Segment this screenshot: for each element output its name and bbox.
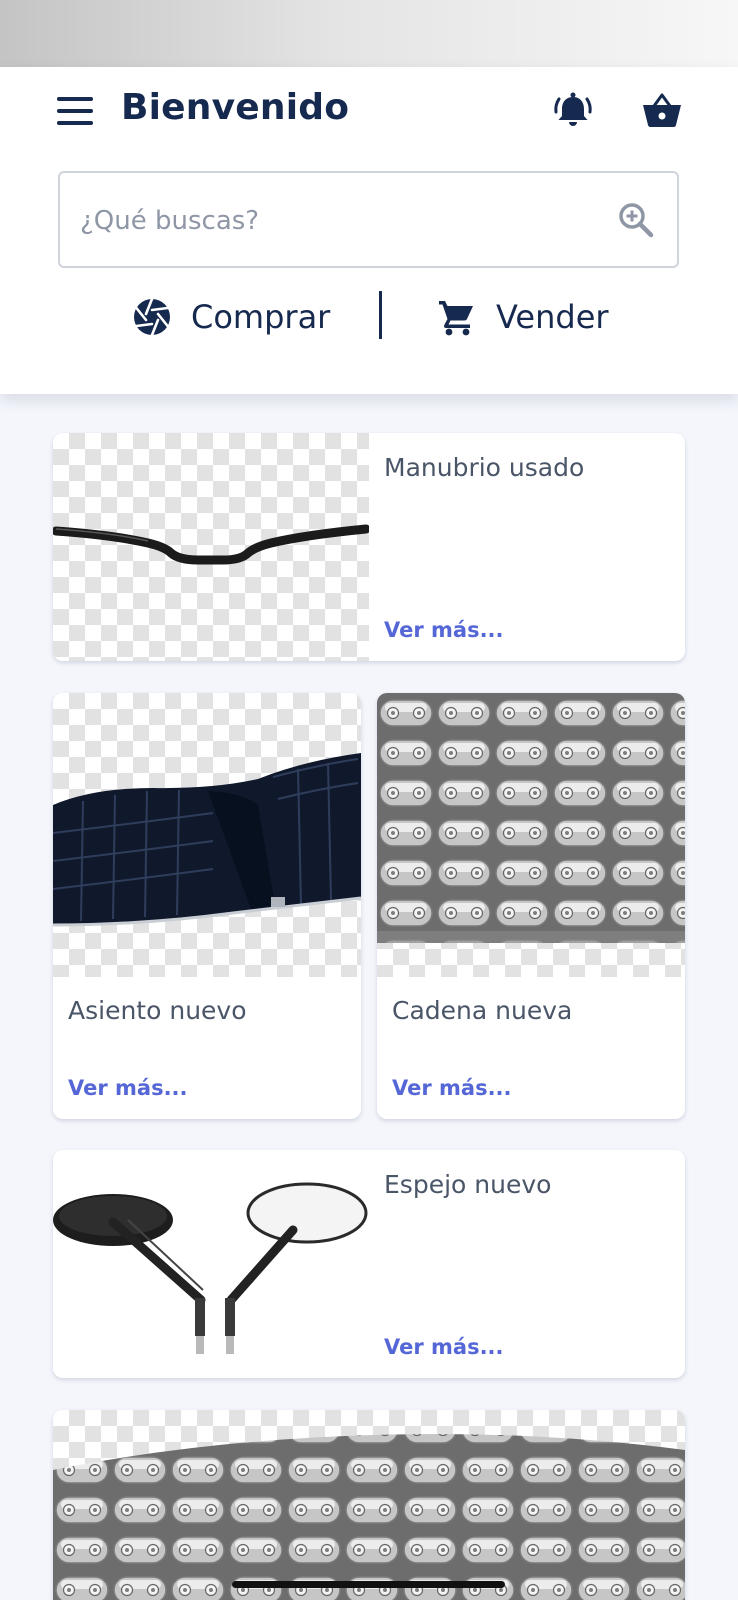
see-more-link[interactable]: Ver más... [384,618,504,642]
buy-button-label: Comprar [191,298,331,336]
product-image-chain [377,693,685,977]
product-card[interactable]: Manubrio usado Ver más... [53,433,685,661]
bell-ringing-icon[interactable] [553,91,593,129]
product-card[interactable]: Espejo nuevo Ver más... [53,1150,685,1378]
aperture-icon [134,298,170,336]
search-box [58,171,679,268]
product-image-seat [53,693,361,977]
product-image-chain [53,1410,685,1600]
product-title: Asiento nuevo [68,996,247,1025]
buy-button[interactable]: Comprar [133,289,330,345]
search-input[interactable] [80,201,580,241]
see-more-link[interactable]: Ver más... [392,1076,512,1100]
status-bar [0,0,738,67]
buy-sell-switch: Comprar Vender [0,289,738,345]
product-card[interactable] [53,1410,685,1600]
shopping-cart-icon [439,301,473,336]
page-title: Bienvenido [121,87,350,128]
zoom-in-icon[interactable] [617,201,655,239]
product-title: Espejo nuevo [384,1170,552,1199]
app-header: Bienvenido ¿Qué buscas? Comprar Vender [0,67,738,394]
product-card[interactable]: Asiento nuevo Ver más... [53,693,361,1119]
menu-icon[interactable] [57,97,93,125]
basket-icon[interactable] [641,91,683,129]
divider [379,291,382,339]
see-more-link[interactable]: Ver más... [384,1335,504,1359]
product-image-handlebar [53,433,369,661]
product-title: Cadena nueva [392,996,573,1025]
see-more-link[interactable]: Ver más... [68,1076,188,1100]
product-title: Manubrio usado [384,453,585,482]
home-indicator [232,1581,505,1588]
product-image-mirrors [53,1150,369,1378]
product-card[interactable]: Cadena nueva Ver más... [377,693,685,1119]
sell-button-label: Vender [496,298,609,336]
sell-button[interactable]: Vender [438,289,609,345]
